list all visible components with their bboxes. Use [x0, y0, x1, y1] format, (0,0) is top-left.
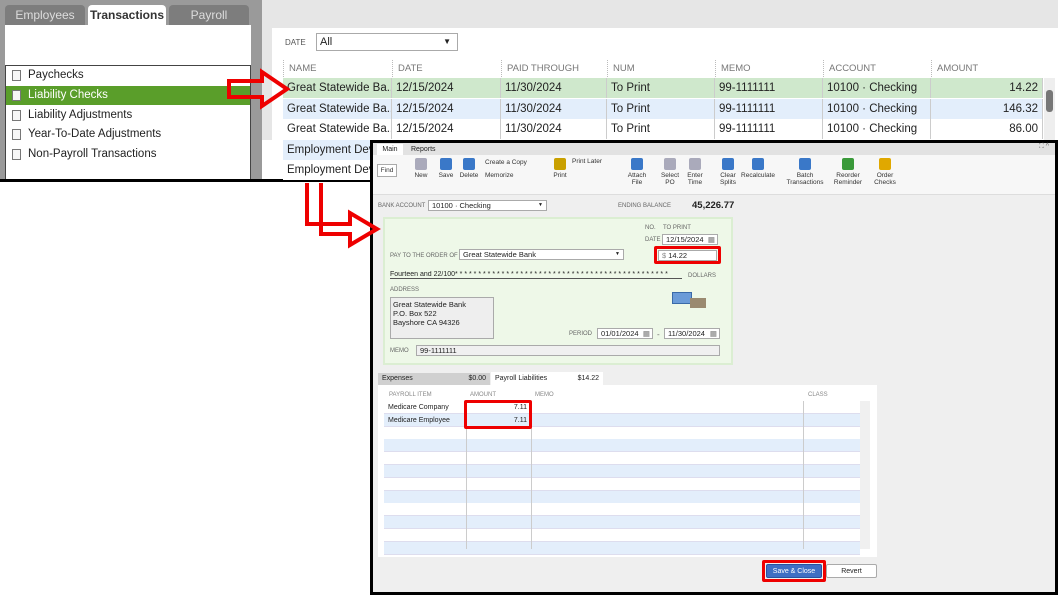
arrow-right-icon: [305, 183, 381, 249]
annotation-arrows: [227, 68, 381, 249]
arrow-right-icon: [227, 68, 291, 110]
